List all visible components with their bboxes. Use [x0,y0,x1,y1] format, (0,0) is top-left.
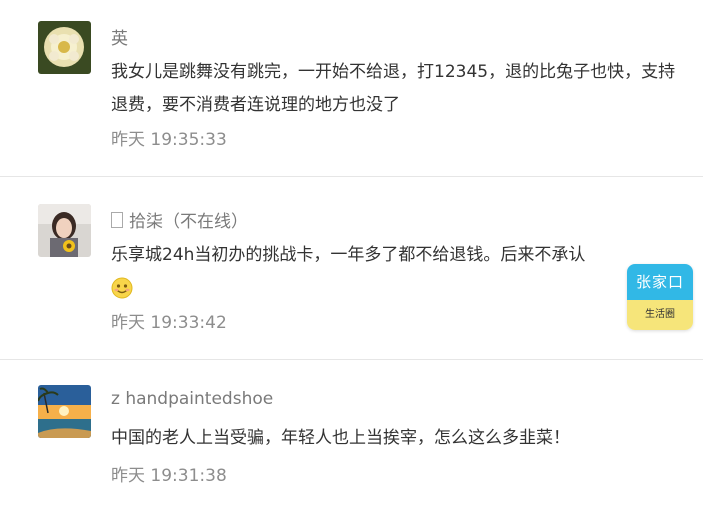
comment-text: 中国的老人上当受骗，年轻人也上当挨宰，怎么这么多韭菜！ [111,428,570,448]
comment-text-content: 乐享城24h当初办的挑战卡，一年多了都不给退钱。后来不承认 [111,245,586,265]
comment-item: 英 我女儿是跳舞没有跳完，一开始不给退，打12345，退的比兔子也快，支持退费，… [0,0,703,176]
comment-time: 昨天 19:33:42 [111,313,227,333]
badge-subtitle: 生活圈 [627,300,693,330]
avatar[interactable] [38,385,91,438]
comment-time: 昨天 19:35:33 [111,130,227,150]
avatar[interactable] [38,204,91,257]
offline-status-icon [111,212,123,228]
smile-emoji-icon [111,277,133,299]
comment-item: z handpaintedshoe 中国的老人上当受骗，年轻人也上当挨宰，怎么这… [0,360,703,510]
comment-author[interactable]: 英 [111,24,128,49]
comment-time: 昨天 19:31:38 [111,466,227,486]
comment-text: 乐享城24h当初办的挑战卡，一年多了都不给退钱。后来不承认 [111,239,681,305]
avatar[interactable] [38,21,91,74]
sunset-beach-avatar-icon [38,385,91,438]
comment-item: 拾柒（不在线） 乐享城24h当初办的挑战卡，一年多了都不给退钱。后来不承认 昨天… [0,177,703,359]
comment-text: 我女儿是跳舞没有跳完，一开始不给退，打12345，退的比兔子也快，支持退费，要不… [111,62,676,115]
comment-author[interactable]: 拾柒（不在线） [111,207,248,232]
comment-author[interactable]: z handpaintedshoe [111,389,273,409]
life-circle-badge[interactable]: 张家口 生活圈 [627,264,693,330]
girl-with-sunflower-avatar-icon [38,204,91,257]
flower-avatar-icon [38,21,91,74]
comment-author-label: 拾柒（不在线） [129,212,248,232]
badge-title: 张家口 [627,264,693,300]
